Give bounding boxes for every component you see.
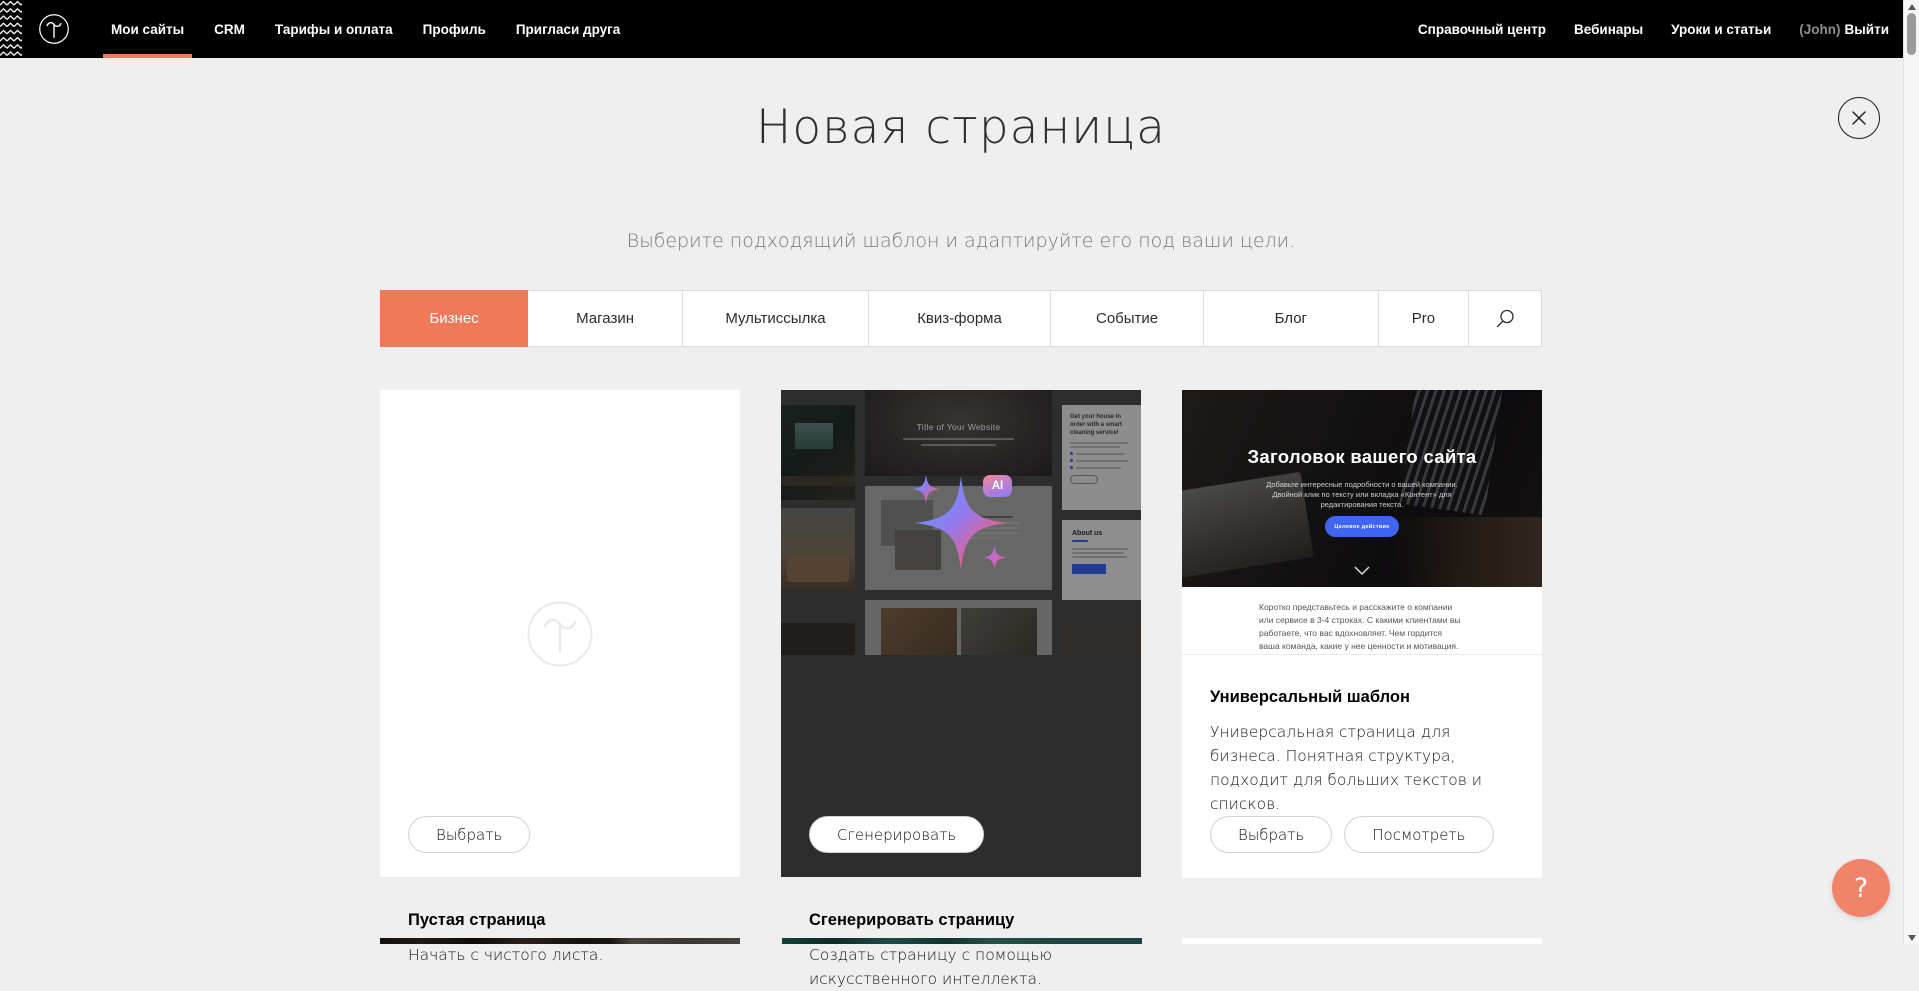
- zigzag-pattern-decoration: [0, 0, 22, 58]
- nav-my-sites[interactable]: Мои сайты: [111, 0, 184, 58]
- scrollbar-thumb[interactable]: [1907, 13, 1916, 55]
- tab-store[interactable]: Магазин: [528, 291, 683, 346]
- nav-help-center[interactable]: Справочный центр: [1418, 0, 1546, 58]
- main-nav: Мои сайты CRM Тарифы и оплата Профиль Пр…: [111, 0, 620, 58]
- card-description: Начать с чистого листа.: [408, 943, 712, 967]
- tab-business[interactable]: Бизнес: [380, 290, 528, 347]
- select-blank-button[interactable]: Выбрать: [408, 816, 530, 853]
- page-title: Новая страница: [380, 100, 1542, 155]
- scrollbar-up-arrow-icon[interactable]: [1908, 4, 1916, 10]
- help-button[interactable]: ?: [1832, 859, 1890, 917]
- search-icon: [1495, 308, 1516, 329]
- card-description: Создать страницу с помощью искусственног…: [809, 943, 1069, 991]
- nav-invite-friend[interactable]: Пригласи друга: [516, 0, 620, 58]
- next-row-card-preview-2[interactable]: [782, 938, 1142, 944]
- blank-page-preview[interactable]: [380, 390, 740, 878]
- nav-webinars[interactable]: Вебинары: [1574, 0, 1643, 58]
- card-title: Универсальный шаблон: [1210, 688, 1514, 707]
- select-template-button[interactable]: Выбрать: [1210, 816, 1332, 853]
- chevron-down-icon: [1354, 566, 1370, 575]
- card-universal-template: Заголовок вашего сайта Добавьте интересн…: [1182, 390, 1542, 878]
- template-hero-subtitle: Добавьте интересные подробности о вашей …: [1254, 480, 1470, 510]
- view-template-button[interactable]: Посмотреть: [1344, 816, 1493, 853]
- ai-sparkle-small-bottom-icon: [982, 545, 1007, 570]
- close-icon: [1850, 109, 1868, 127]
- template-hero: Заголовок вашего сайта Добавьте интересн…: [1182, 390, 1542, 587]
- template-cta-button: Целевое действие: [1325, 516, 1399, 537]
- tab-multilink[interactable]: Мультиссылка: [683, 291, 869, 346]
- nav-profile[interactable]: Профиль: [423, 0, 486, 58]
- card-blank-page: Пустая страница Начать с чистого листа. …: [380, 390, 740, 878]
- nav-crm[interactable]: CRM: [214, 0, 245, 58]
- card-title: Сгенерировать страницу: [809, 911, 1113, 930]
- tab-blog[interactable]: Блог: [1204, 291, 1379, 346]
- tab-quiz-form[interactable]: Квиз-форма: [869, 291, 1051, 346]
- logout-link[interactable]: Выйти: [1845, 22, 1890, 37]
- tab-pro[interactable]: Pro: [1379, 291, 1470, 346]
- template-body-text: Коротко представьтесь и расскажите о ком…: [1259, 601, 1465, 653]
- next-row-card-preview-3[interactable]: [1182, 938, 1542, 944]
- tab-event[interactable]: Событие: [1051, 291, 1204, 346]
- user-name: (John): [1799, 22, 1840, 37]
- next-row-card-preview-1[interactable]: [380, 938, 740, 944]
- tilda-logo-icon[interactable]: [35, 10, 73, 48]
- ai-generate-preview[interactable]: Title of Your Website Get your house in: [781, 390, 1141, 878]
- ai-preview-overlay: [781, 390, 1141, 877]
- template-cards-row: Пустая страница Начать с чистого листа. …: [380, 390, 1542, 878]
- nav-tariffs[interactable]: Тарифы и оплата: [275, 0, 393, 58]
- generate-button[interactable]: Сгенерировать: [809, 816, 984, 853]
- top-nav-bar: Мои сайты CRM Тарифы и оплата Профиль Пр…: [0, 0, 1903, 58]
- tab-search[interactable]: [1469, 291, 1541, 346]
- nav-lessons[interactable]: Уроки и статьи: [1671, 0, 1771, 58]
- template-body-section: Коротко представьтесь и расскажите о ком…: [1182, 587, 1542, 655]
- scrollbar-down-arrow-icon[interactable]: [1908, 935, 1916, 941]
- ai-sparkle-small-top-icon: [911, 474, 941, 504]
- template-hero-title: Заголовок вашего сайта: [1182, 446, 1542, 468]
- close-button[interactable]: [1838, 97, 1880, 139]
- account-area: (John) Выйти: [1799, 0, 1889, 58]
- page-scrollbar[interactable]: [1903, 0, 1919, 944]
- template-category-tabs: Бизнес Магазин Мультиссылка Квиз-форма С…: [380, 290, 1542, 347]
- tilda-watermark-icon: [518, 592, 602, 676]
- card-title: Пустая страница: [408, 911, 712, 930]
- secondary-nav: Справочный центр Вебинары Уроки и статьи…: [1418, 0, 1889, 58]
- card-description: Универсальная страница для бизнеса. Поня…: [1210, 720, 1514, 816]
- ai-badge: AI: [983, 475, 1012, 497]
- card-ai-generate: Title of Your Website Get your house in: [781, 390, 1141, 878]
- universal-template-preview[interactable]: Заголовок вашего сайта Добавьте интересн…: [1182, 390, 1542, 655]
- page-subtitle: Выберите подходящий шаблон и адаптируйте…: [380, 230, 1542, 252]
